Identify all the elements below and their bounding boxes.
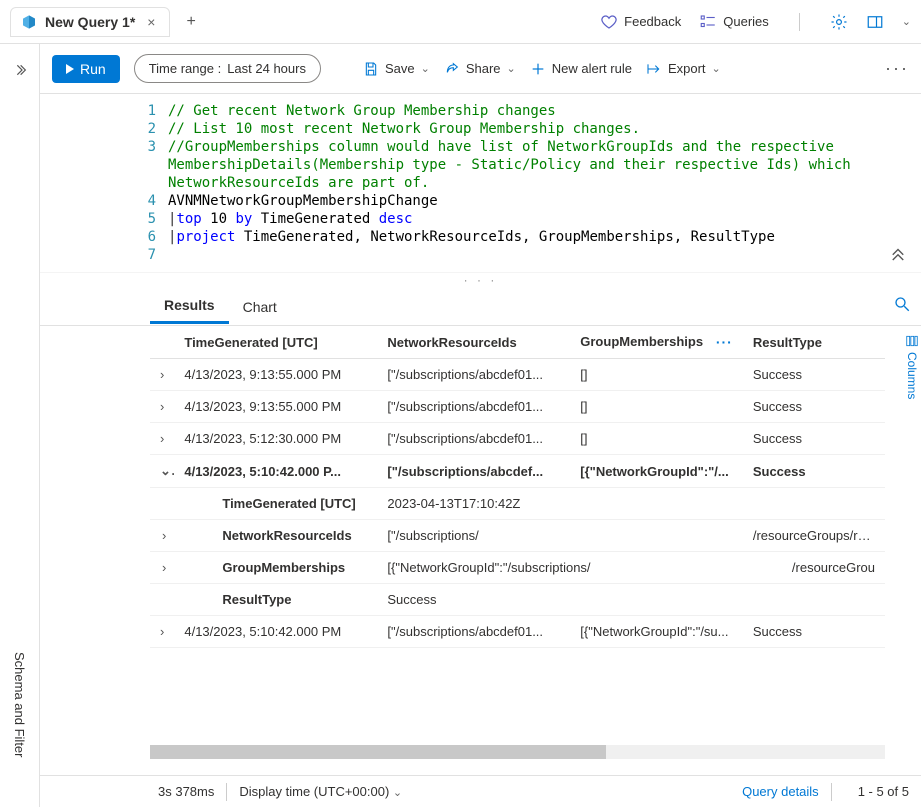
drag-handle[interactable]: · · · bbox=[40, 272, 921, 286]
chevron-down-icon: ⌄ bbox=[712, 62, 721, 75]
export-icon bbox=[646, 61, 662, 77]
expand-row-icon[interactable]: › bbox=[150, 359, 174, 391]
time-range-prefix: Time range : bbox=[149, 61, 222, 76]
tabs-area: New Query 1* × + bbox=[10, 7, 206, 37]
separator bbox=[831, 783, 832, 801]
share-label: Share bbox=[466, 61, 501, 76]
save-label: Save bbox=[385, 61, 415, 76]
row-count: 1 - 5 of 5 bbox=[858, 784, 909, 799]
col-more-icon[interactable]: ··· bbox=[716, 334, 733, 350]
expand-panel-icon[interactable] bbox=[12, 62, 28, 81]
expand-row-icon[interactable]: › bbox=[150, 552, 174, 584]
plus-icon bbox=[530, 61, 546, 77]
feedback-button[interactable]: Feedback bbox=[600, 13, 681, 31]
detail-row: › NetworkResourceIds ["/subscriptions/ /… bbox=[150, 520, 885, 552]
save-button[interactable]: Save ⌄ bbox=[363, 61, 430, 77]
table-header-row: TimeGenerated [UTC] NetworkResourceIds G… bbox=[150, 326, 885, 359]
main-layout: Schema and Filter Run Time range : Last … bbox=[0, 44, 921, 807]
detail-row: › GroupMemberships [{"NetworkGroupId":"/… bbox=[150, 552, 885, 584]
table-row[interactable]: › 4/13/2023, 9:13:55.000 PM ["/subscript… bbox=[150, 391, 885, 423]
run-label: Run bbox=[80, 61, 106, 77]
chevron-down-icon: ⌄ bbox=[421, 62, 430, 75]
table-row[interactable]: › 4/13/2023, 5:10:42.000 PM ["/subscript… bbox=[150, 616, 885, 648]
collapse-editor-icon[interactable] bbox=[889, 245, 907, 268]
right-panel: Run Time range : Last 24 hours Save ⌄ Sh… bbox=[40, 44, 921, 807]
tab-results[interactable]: Results bbox=[150, 287, 229, 324]
code-line-3: //GroupMemberships column would have lis… bbox=[168, 139, 859, 191]
table-row[interactable]: › 4/13/2023, 9:13:55.000 PM ["/subscript… bbox=[150, 359, 885, 391]
separator bbox=[226, 783, 227, 801]
export-button[interactable]: Export ⌄ bbox=[646, 61, 721, 77]
panel-icon[interactable] bbox=[866, 13, 884, 31]
play-icon bbox=[66, 64, 74, 74]
export-label: Export bbox=[668, 61, 706, 76]
collapse-row-icon[interactable]: ⌄ bbox=[150, 455, 174, 488]
horizontal-scrollbar[interactable] bbox=[150, 745, 885, 759]
chevron-down-icon: ⌄ bbox=[393, 787, 402, 799]
separator bbox=[799, 13, 800, 31]
queries-button[interactable]: Queries bbox=[699, 13, 769, 31]
detail-row: ResultType Success bbox=[150, 584, 885, 616]
col-header-net[interactable]: NetworkResourceIds bbox=[377, 326, 570, 359]
results-tabs: Results Chart bbox=[40, 286, 921, 326]
col-header-res[interactable]: ResultType bbox=[743, 326, 885, 359]
more-actions-button[interactable]: ··· bbox=[885, 58, 909, 79]
query-duration: 3s 378ms bbox=[158, 784, 214, 799]
columns-toggle[interactable]: Columns bbox=[905, 334, 919, 399]
tab-chart[interactable]: Chart bbox=[229, 289, 291, 323]
new-alert-label: New alert rule bbox=[552, 61, 632, 76]
query-tab[interactable]: New Query 1* × bbox=[10, 7, 170, 37]
table-row-expanded[interactable]: ⌄ 4/13/2023, 5:10:42.000 P... ["/subscri… bbox=[150, 455, 885, 488]
col-header-time[interactable]: TimeGenerated [UTC] bbox=[174, 326, 377, 359]
detail-row: TimeGenerated [UTC] 2023-04-13T17:10:42Z bbox=[150, 488, 885, 520]
left-rail: Schema and Filter bbox=[0, 44, 40, 807]
results-grid-wrap: Columns TimeGenerated [UTC] NetworkResou… bbox=[40, 326, 921, 775]
chevron-down-icon: ⌄ bbox=[507, 62, 516, 75]
queries-label: Queries bbox=[723, 14, 769, 29]
code-line-4: AVNMNetworkGroupMembershipChange bbox=[168, 193, 438, 209]
table-row[interactable]: › 4/13/2023, 5:12:30.000 PM ["/subscript… bbox=[150, 423, 885, 455]
chevron-down-icon[interactable]: ⌄ bbox=[902, 15, 911, 28]
code-line-1: // Get recent Network Group Membership c… bbox=[168, 103, 556, 119]
scrollbar-thumb[interactable] bbox=[150, 745, 606, 759]
col-header-grp[interactable]: GroupMemberships··· bbox=[570, 326, 743, 359]
expand-row-icon[interactable]: › bbox=[150, 616, 174, 648]
search-icon[interactable] bbox=[893, 295, 911, 316]
feedback-label: Feedback bbox=[624, 14, 681, 29]
query-editor[interactable]: 1// Get recent Network Group Membership … bbox=[40, 94, 921, 272]
save-icon bbox=[363, 61, 379, 77]
close-icon[interactable]: × bbox=[143, 14, 159, 30]
new-tab-button[interactable]: + bbox=[176, 7, 205, 37]
top-actions: Feedback Queries ⌄ bbox=[600, 13, 911, 31]
new-alert-rule-button[interactable]: New alert rule bbox=[530, 61, 632, 77]
share-button[interactable]: Share ⌄ bbox=[444, 61, 516, 77]
expand-row-icon[interactable]: › bbox=[150, 391, 174, 423]
time-range-picker[interactable]: Time range : Last 24 hours bbox=[134, 54, 321, 83]
display-time-picker[interactable]: Display time (UTC+00:00) ⌄ bbox=[239, 784, 402, 799]
query-tab-title: New Query 1* bbox=[45, 14, 135, 30]
expand-row-icon[interactable]: › bbox=[150, 423, 174, 455]
code-line-2: // List 10 most recent Network Group Mem… bbox=[168, 121, 640, 137]
list-icon bbox=[699, 13, 717, 31]
results-grid[interactable]: TimeGenerated [UTC] NetworkResourceIds G… bbox=[150, 326, 885, 745]
status-bar: 3s 378ms Display time (UTC+00:00) ⌄ Quer… bbox=[40, 775, 921, 807]
heart-icon bbox=[600, 13, 618, 31]
schema-filter-button[interactable]: Schema and Filter bbox=[12, 652, 27, 758]
columns-label: Columns bbox=[905, 352, 919, 399]
toolbar: Run Time range : Last 24 hours Save ⌄ Sh… bbox=[40, 44, 921, 94]
run-button[interactable]: Run bbox=[52, 55, 120, 83]
time-range-value: Last 24 hours bbox=[227, 61, 306, 76]
query-details-link[interactable]: Query details bbox=[742, 784, 819, 799]
columns-icon bbox=[905, 334, 919, 348]
cube-icon bbox=[21, 14, 37, 30]
expand-row-icon[interactable]: › bbox=[150, 520, 174, 552]
gear-icon[interactable] bbox=[830, 13, 848, 31]
share-icon bbox=[444, 61, 460, 77]
top-bar: New Query 1* × + Feedback Queries ⌄ bbox=[0, 0, 921, 44]
